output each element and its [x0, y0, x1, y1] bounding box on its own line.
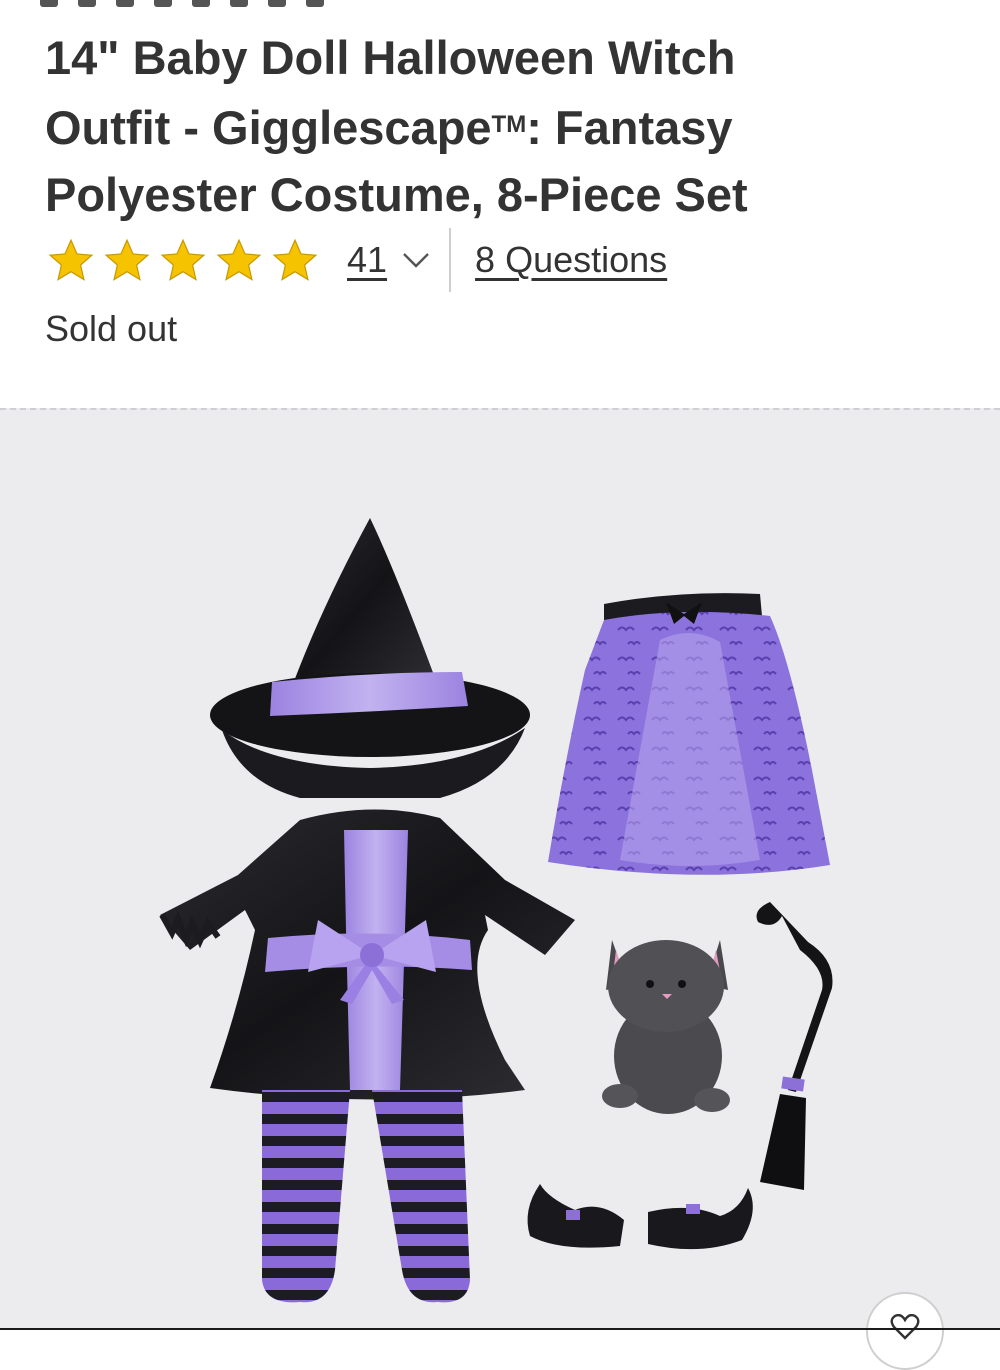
title-line-1: 14" Baby Doll Halloween Witch — [45, 31, 736, 84]
striped-tights — [262, 1090, 470, 1303]
star-icon — [160, 238, 206, 281]
witch-hat — [210, 518, 530, 798]
cat-plush — [602, 940, 730, 1114]
star-rating[interactable] — [45, 235, 321, 285]
witch-outfit-illustration — [159, 518, 833, 1303]
title-line-2b: : Fantasy — [526, 101, 733, 154]
review-count-link[interactable]: 41 — [347, 239, 387, 281]
witch-shoes — [527, 1184, 753, 1250]
witch-broom — [756, 902, 833, 1190]
product-image[interactable] — [0, 408, 1000, 1330]
witch-dress — [159, 809, 575, 1100]
title-line-2a: Outfit - Gigglescape — [45, 101, 492, 154]
chevron-down-icon[interactable] — [401, 249, 431, 271]
title-line-3: Polyester Costume, 8-Piece Set — [45, 168, 748, 221]
rating-divider — [449, 228, 452, 292]
questions-link[interactable]: 8 Questions — [475, 239, 667, 281]
cut-off-breadcrumb — [40, 0, 420, 7]
stock-status: Sold out — [45, 308, 178, 349]
rating-row: 41 8 Questions — [45, 228, 667, 292]
bat-cape — [548, 593, 830, 875]
favorite-button[interactable] — [866, 1292, 944, 1370]
star-icon — [272, 238, 318, 281]
trademark-mark: TM — [491, 111, 527, 138]
star-icon — [48, 238, 94, 281]
star-icon — [216, 238, 262, 281]
product-title: 14" Baby Doll Halloween Witch Outfit - G… — [45, 24, 925, 228]
star-icon — [104, 238, 150, 281]
heart-icon — [890, 1314, 920, 1340]
